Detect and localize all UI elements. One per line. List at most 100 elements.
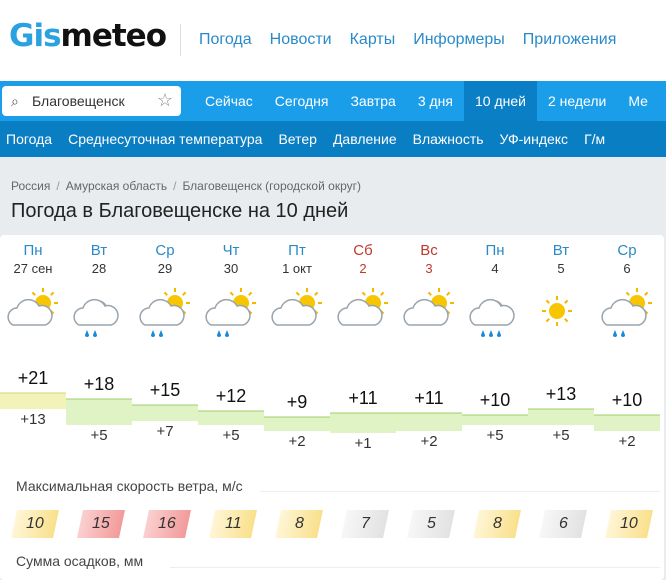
temp-max: +9	[286, 392, 308, 412]
day-date: 27 сен	[13, 261, 53, 276]
day-column[interactable]: Вс 3	[396, 235, 462, 326]
partly-cloudy-rain-icon	[599, 285, 655, 352]
temp-band	[396, 413, 462, 431]
gismeteo-logo[interactable]: Gismeteo	[9, 18, 167, 54]
day-date: 6	[623, 261, 631, 276]
divider	[180, 24, 181, 56]
temp-min: +5	[486, 427, 504, 444]
day-of-week: Ср	[155, 242, 175, 259]
wind-speed-badge: 10	[11, 510, 59, 538]
city-search-input[interactable]: ⌕ Благовещенск ☆	[2, 86, 181, 116]
subnav-item-3[interactable]: Давление	[327, 121, 407, 157]
temp-min: +2	[288, 433, 306, 450]
tab-3[interactable]: 3 дня	[407, 81, 464, 121]
divider	[170, 567, 660, 568]
nav-pogoda[interactable]: Погода	[199, 31, 252, 49]
subnav-item-1[interactable]: Среднесуточная температура	[62, 121, 272, 157]
day-column[interactable]: Сб 2	[330, 235, 396, 326]
nav-novosti[interactable]: Новости	[270, 31, 332, 49]
temp-band	[0, 393, 66, 409]
day-date: 3	[425, 261, 433, 276]
crumb-russia[interactable]: Россия	[11, 179, 50, 193]
partly-cloudy-icon	[335, 285, 391, 352]
day-column[interactable]: Пн 4	[462, 235, 528, 337]
tab-5[interactable]: 2 недели	[537, 81, 617, 121]
precip-label: Сумма осадков, мм	[16, 553, 152, 569]
partly-cloudy-icon	[401, 285, 457, 352]
day-column[interactable]: Ср 6	[594, 235, 660, 337]
wind-speed-badge: 6	[539, 510, 587, 538]
temp-max: +18	[83, 374, 115, 394]
temp-band	[132, 405, 198, 421]
crumb-region[interactable]: Амурская область	[66, 179, 167, 193]
favorite-star-icon[interactable]: ☆	[157, 90, 173, 111]
temp-max: +13	[545, 384, 577, 404]
subnav-item-5[interactable]: УФ-индекс	[494, 121, 579, 157]
day-column[interactable]: Чт 30	[198, 235, 264, 337]
day-date: 2	[359, 261, 367, 276]
period-bar: ⌕ Благовещенск ☆ Сейчас Сегодня Завтра 3 дн…	[0, 81, 666, 121]
wind-label: Максимальная скорость ветра, м/с	[16, 478, 251, 494]
cloud-rain-icon	[71, 285, 127, 352]
wind-speed-badge: 8	[473, 510, 521, 538]
day-of-week: Вс	[420, 242, 438, 259]
site-header: Gismeteo Погода Новости Карты Информеры …	[0, 0, 666, 81]
divider	[260, 491, 660, 492]
wind-speed-badge: 5	[407, 510, 455, 538]
day-column[interactable]: Вт 5	[528, 235, 594, 326]
day-date: 4	[491, 261, 499, 276]
day-column[interactable]: Ср 29	[132, 235, 198, 337]
tab-6[interactable]: Ме	[617, 81, 659, 121]
wind-speed-badge: 10	[605, 510, 653, 538]
tab-0[interactable]: Сейчас	[194, 81, 264, 121]
temp-max: +11	[348, 388, 378, 408]
temp-max: +10	[479, 390, 511, 410]
nav-informery[interactable]: Информеры	[413, 31, 505, 49]
crumb-city[interactable]: Благовещенск (городской округ)	[182, 179, 361, 193]
subnav-item-0[interactable]: Погода	[0, 121, 62, 157]
top-nav: Погода Новости Карты Информеры Приложени…	[199, 31, 616, 49]
page-title: Погода в Благовещенске на 10 дней	[11, 200, 349, 222]
temp-min: +13	[20, 411, 46, 428]
subnav-item-4[interactable]: Влажность	[407, 121, 494, 157]
temp-band	[66, 399, 132, 425]
day-of-week: Ср	[617, 242, 637, 259]
temp-band	[462, 415, 528, 425]
temp-band	[198, 411, 264, 425]
day-of-week: Пн	[485, 242, 505, 259]
tab-1[interactable]: Сегодня	[264, 81, 340, 121]
day-column[interactable]: Пн 27 сен	[0, 235, 66, 326]
subnav-item-6[interactable]: Г/м	[578, 121, 615, 157]
temp-max: +10	[611, 390, 643, 410]
period-tabs: Сейчас Сегодня Завтра 3 дня 10 дней 2 недели М…	[194, 81, 659, 121]
tab-4[interactable]: 10 дней	[463, 81, 537, 121]
day-column[interactable]: Вт 28	[66, 235, 132, 337]
temp-min: +5	[222, 427, 240, 444]
day-date: 1 окт	[282, 261, 312, 276]
nav-prilozheniya[interactable]: Приложения	[523, 31, 617, 49]
subnav-item-2[interactable]: Ветер	[272, 121, 327, 157]
temp-band	[528, 409, 594, 425]
day-of-week: Сб	[353, 242, 373, 259]
nav-karty[interactable]: Карты	[350, 31, 396, 49]
param-nav: Погода Среднесуточная температура Ветер Дав…	[0, 121, 666, 157]
temp-min: +2	[420, 433, 438, 450]
partly-cloudy-rain-icon	[203, 285, 259, 352]
sun-icon	[533, 285, 589, 352]
day-of-week: Чт	[222, 242, 240, 259]
temp-min: +5	[552, 427, 570, 444]
temp-max: +15	[149, 380, 181, 400]
partly-cloudy-icon	[269, 285, 325, 352]
tab-2[interactable]: Завтра	[339, 81, 406, 121]
temp-max: +11	[414, 388, 444, 408]
day-of-week: Пн	[23, 242, 43, 259]
wind-speed-badge: 7	[341, 510, 389, 538]
day-column[interactable]: Пт 1 окт	[264, 235, 330, 326]
forecast-card: Максимальная скорость ветра, м/с Сумма о…	[0, 235, 664, 580]
temp-max: +21	[17, 368, 49, 388]
day-date: 30	[223, 261, 239, 276]
wind-speed-badge: 8	[275, 510, 323, 538]
search-icon: ⌕	[11, 93, 19, 109]
temp-min: +5	[90, 427, 108, 444]
day-of-week: Пт	[288, 242, 306, 259]
